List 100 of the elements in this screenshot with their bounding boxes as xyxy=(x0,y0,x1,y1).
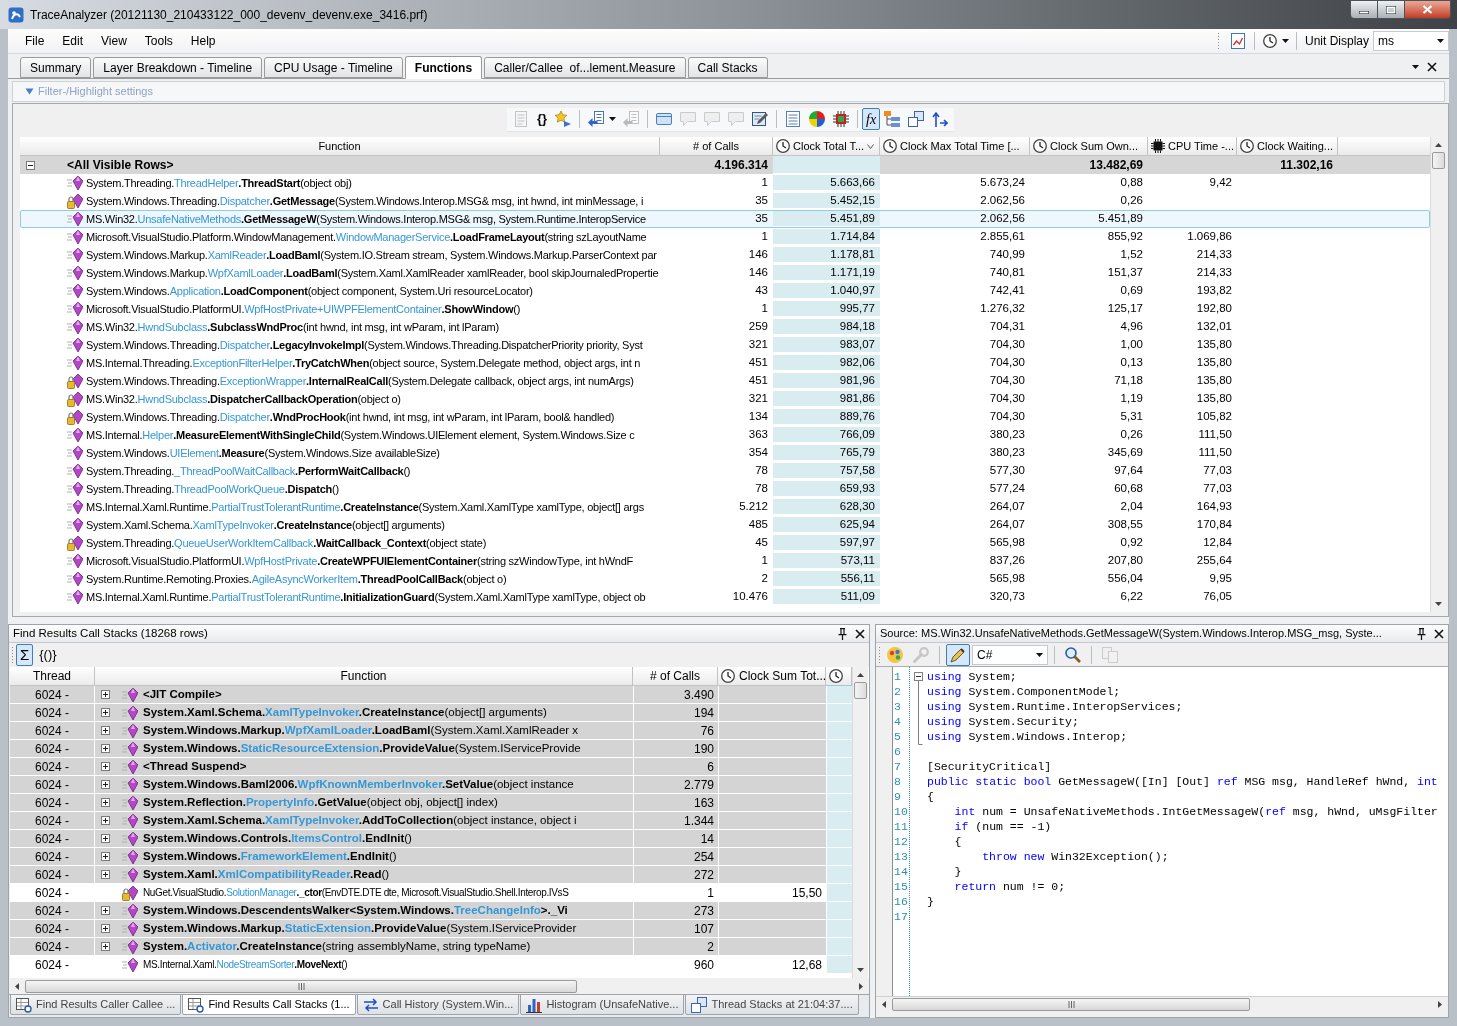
note-pencil-icon[interactable] xyxy=(752,111,768,127)
menu-item[interactable]: Tools xyxy=(137,32,180,50)
chart-document-icon[interactable] xyxy=(1229,33,1246,49)
column-header[interactable]: Function xyxy=(20,137,660,156)
close-icon[interactable] xyxy=(855,628,865,639)
close-icon[interactable] xyxy=(1434,628,1444,639)
column-header[interactable]: Clock Max Total Time [... xyxy=(880,137,1030,156)
fx-button[interactable]: fx xyxy=(862,108,881,130)
table-cell-text: 214,33 xyxy=(1195,265,1233,281)
tab[interactable]: Caller/Callee of...lement.Measure xyxy=(484,57,686,78)
tab[interactable]: Call History (System.Win... xyxy=(356,994,520,1015)
tab[interactable]: Thread Stacks at 21:04:37.... xyxy=(685,994,859,1015)
expand-icon[interactable] xyxy=(101,726,110,735)
expand-icon[interactable] xyxy=(101,762,110,771)
combo-box[interactable]: C# xyxy=(972,644,1048,665)
clock-icon[interactable] xyxy=(1262,34,1277,48)
column-header[interactable]: Thread xyxy=(10,667,95,686)
table-cell-text: 485 xyxy=(747,517,769,533)
function-name: <Thread Suspend> xyxy=(143,758,247,774)
table-cell-text: 704,30 xyxy=(988,409,1026,425)
maximize-button[interactable] xyxy=(1378,0,1405,19)
menu-item[interactable]: File xyxy=(18,32,52,50)
table-cell: 511,09 xyxy=(773,589,880,605)
table-cell: 6024 - xyxy=(10,758,95,775)
function-name: System.Windows.UIElement.Measure(System.Windows.Size availableSize) xyxy=(86,445,440,461)
column-header[interactable]: Clock Total T... xyxy=(773,137,880,156)
hierarchy-icon[interactable] xyxy=(884,111,901,127)
column-header[interactable]: # of Calls xyxy=(660,137,773,156)
column-header[interactable]: Clock Sum Own... xyxy=(1030,137,1148,156)
document-arrow-icon[interactable] xyxy=(588,111,604,127)
window-icon[interactable] xyxy=(656,111,672,127)
column-header[interactable]: Clock Sum Tot... xyxy=(718,667,826,686)
expand-icon[interactable] xyxy=(101,798,110,807)
braces-button[interactable]: {()} xyxy=(35,644,61,666)
expand-icon[interactable] xyxy=(101,852,110,861)
caret-icon[interactable] xyxy=(1281,39,1289,43)
tab[interactable]: Functions xyxy=(404,56,483,79)
caret-icon[interactable] xyxy=(609,117,616,121)
expand-icon[interactable] xyxy=(101,924,110,933)
table-cell-text: 255,64 xyxy=(1195,553,1233,569)
table-cell: 556,11 xyxy=(773,571,880,587)
scrollbar-thumb[interactable] xyxy=(892,998,1250,1011)
column-header[interactable]: Function xyxy=(95,667,633,686)
column-header[interactable] xyxy=(826,667,852,686)
tab[interactable]: CPU Usage - Timeline xyxy=(264,57,403,78)
tab[interactable]: Find Results Call Stacks (1... xyxy=(182,994,356,1015)
table-cell-text: 4.196.314 xyxy=(713,157,769,174)
code-fold-icon[interactable] xyxy=(914,672,923,745)
menu-item[interactable]: View xyxy=(94,32,134,50)
tab[interactable]: Find Results Caller Callee ... xyxy=(10,994,182,1015)
scrollbar-thumb[interactable] xyxy=(25,979,577,993)
menu-item[interactable]: Help xyxy=(183,32,223,50)
table-cell-text: 2.062,56 xyxy=(979,193,1026,209)
pie-chart-icon[interactable] xyxy=(809,111,825,127)
star-arrow-icon[interactable] xyxy=(555,111,571,127)
minimize-button[interactable] xyxy=(1350,0,1378,19)
stacked-windows-icon[interactable] xyxy=(908,111,925,127)
tab[interactable]: Call Stacks xyxy=(687,57,768,78)
arrows-icon[interactable] xyxy=(932,111,949,127)
column-header[interactable]: # of Calls xyxy=(633,667,718,686)
column-header[interactable]: Clock Waiting... xyxy=(1237,137,1338,156)
table-cell: 1.171,19 xyxy=(773,265,880,281)
expand-icon[interactable] xyxy=(101,780,110,789)
scrollbar-thumb[interactable] xyxy=(1432,152,1445,169)
braces-button[interactable]: {} xyxy=(532,108,551,130)
scrollbar-thumb[interactable] xyxy=(854,682,867,699)
line-number: 7 xyxy=(893,759,902,774)
close-icon[interactable] xyxy=(1427,62,1437,72)
close-button[interactable] xyxy=(1405,0,1451,19)
pin-icon[interactable] xyxy=(838,627,847,640)
palette-icon[interactable] xyxy=(887,646,903,663)
chip-icon xyxy=(1151,139,1165,153)
tab[interactable]: Histogram (UnsafeNative... xyxy=(520,994,685,1015)
expand-icon[interactable] xyxy=(101,942,110,951)
function-name: System.Xaml.Schema.XamlTypeInvoker.AddToCollection(object instance, object i xyxy=(143,812,577,828)
expand-icon[interactable] xyxy=(101,708,110,717)
chip-icon[interactable] xyxy=(833,111,849,127)
column-header[interactable]: CPU Time -... xyxy=(1148,137,1237,156)
search-icon[interactable] xyxy=(1065,646,1081,663)
table-cell-text: 45 xyxy=(754,535,769,551)
table-row[interactable]: MS.Win32.UnsafeNativeMethods.GetMessageW(System.Windows.Interop.MSG& msg, System.Runtime.InteropService 35 5.451,89 2.062,56 5.451,89 xyxy=(20,210,1430,228)
menu-item[interactable]: Edit xyxy=(55,32,91,50)
expand-icon[interactable] xyxy=(101,906,110,915)
collapse-icon[interactable] xyxy=(25,160,35,170)
list-icon[interactable] xyxy=(785,111,801,127)
expand-icon[interactable] xyxy=(101,744,110,753)
caret-icon[interactable] xyxy=(1412,65,1419,69)
combo-box[interactable]: ms xyxy=(1373,31,1449,51)
toolbar-button[interactable] xyxy=(946,643,970,666)
expand-icon[interactable] xyxy=(101,870,110,879)
sum-button[interactable]: Σ xyxy=(16,644,34,666)
tab[interactable]: Summary xyxy=(20,57,92,78)
table-cell-text: 6,22 xyxy=(1119,589,1144,605)
expand-icon[interactable] xyxy=(101,690,110,699)
expand-icon[interactable] xyxy=(101,834,110,843)
pin-icon[interactable] xyxy=(1417,627,1426,640)
tab[interactable]: Layer Breakdown - Timeline xyxy=(93,57,263,78)
function-name: MS.Internal.Xaml.NodeStreamSorter.MoveNext() xyxy=(143,958,348,972)
expand-icon[interactable] xyxy=(101,816,110,825)
horizontal-scrollbar[interactable] xyxy=(876,996,1448,1012)
